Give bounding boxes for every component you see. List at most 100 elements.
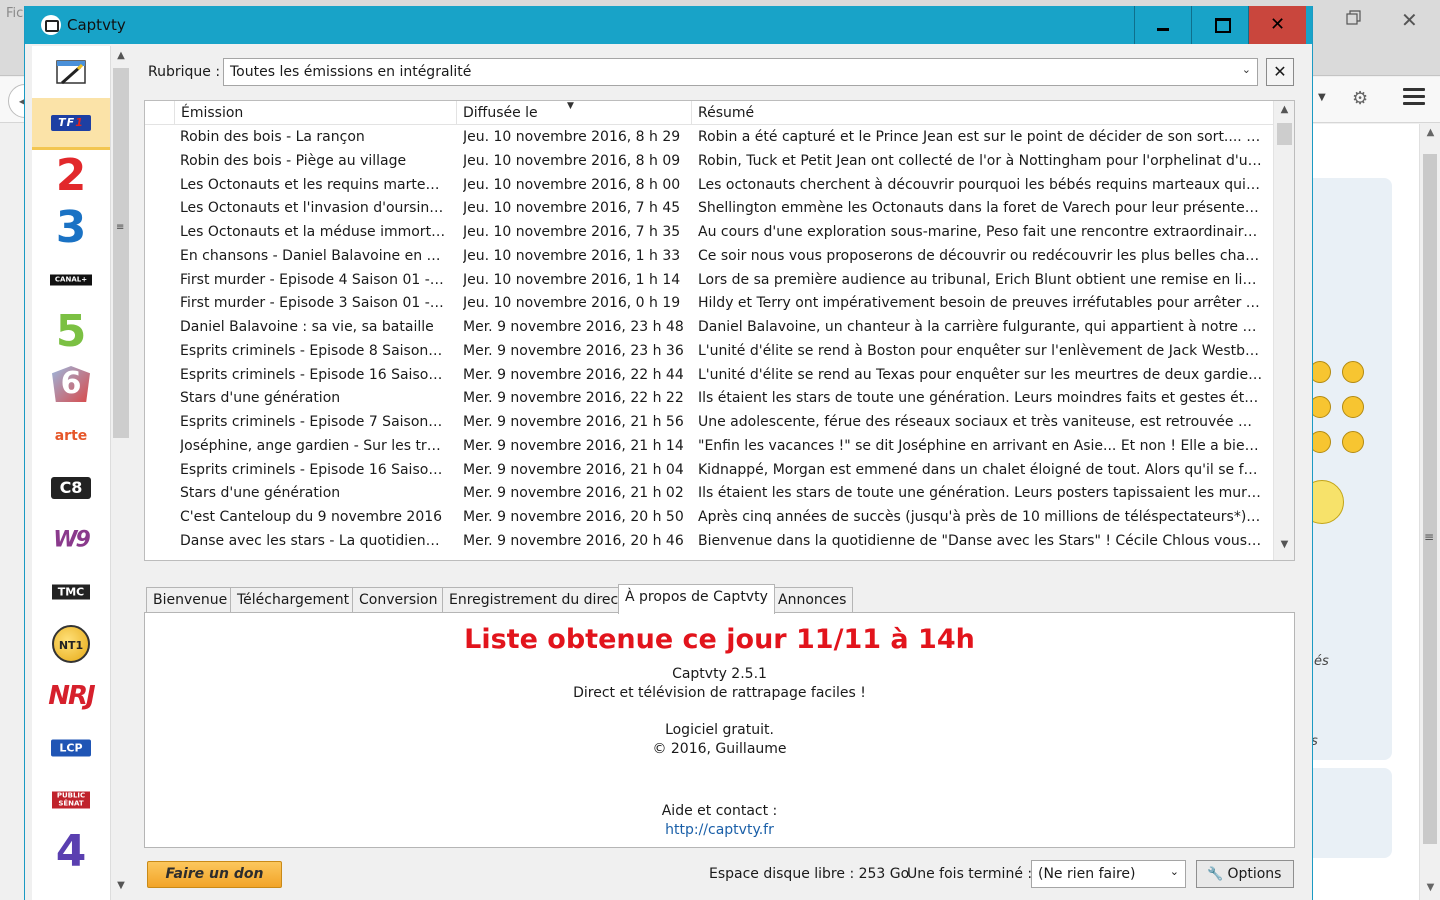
minimize-button[interactable] — [1134, 6, 1191, 44]
table-row[interactable]: Esprits criminels - Episode 8 Saison 10 … — [145, 340, 1273, 364]
channel-lcp[interactable]: LCP — [32, 722, 110, 774]
date-cell: Jeu. 10 novembre 2016, 8 h 00 — [463, 176, 681, 193]
scroll-up-icon[interactable]: ▲ — [1274, 104, 1294, 115]
table-row[interactable]: First murder - Episode 4 Saison 01 - Un.… — [145, 269, 1273, 293]
table-scrollbar[interactable]: ▲ ▼ — [1273, 101, 1294, 560]
resume-cell: Hildy et Terry ont impérativement besoin… — [698, 295, 1263, 312]
france4-logo: 4 — [55, 826, 87, 877]
channel-c8[interactable]: C8 — [32, 462, 110, 514]
close-button[interactable]: ✕ — [1248, 6, 1306, 44]
scroll-down-icon[interactable]: ▼ — [1420, 879, 1440, 897]
options-button[interactable]: 🔧 Options — [1196, 860, 1294, 888]
table-row[interactable]: Les Octonauts et la méduse immortell... J… — [145, 221, 1273, 245]
scroll-thumb[interactable] — [1423, 154, 1437, 844]
channel-tf1[interactable]: TF1 — [32, 98, 110, 150]
channel-nt1[interactable]: NT1 — [32, 618, 110, 670]
nt1-logo: NT1 — [52, 625, 90, 663]
tab-a-propos[interactable]: À propos de Captvty — [618, 584, 775, 614]
background-dropdown-icon[interactable]: ▼ — [1318, 92, 1326, 103]
channel-france3[interactable]: 3 — [32, 202, 110, 254]
tab-telechargement[interactable]: Téléchargement — [230, 587, 357, 612]
emission-cell: En chansons - Daniel Balavoine en cha... — [180, 247, 446, 264]
rubrique-select[interactable]: Toutes les émissions en intégralité ⌄ — [223, 58, 1258, 86]
channel-publicsenat[interactable]: PUBLIC SÉNAT — [32, 774, 110, 826]
background-extension-icon[interactable]: ⚙ — [1352, 88, 1368, 109]
column-header-date[interactable]: Diffusée le ▼ — [457, 101, 692, 125]
table-row[interactable]: Robin des bois - La rançon Jeu. 10 novemb… — [145, 126, 1273, 150]
donate-button[interactable]: Faire un don — [147, 861, 282, 888]
about-panel: Liste obtenue ce jour 11/11 à 14h Captvt… — [144, 612, 1295, 848]
disk-space-text: Espace disque libre : 253 Go — [709, 866, 910, 882]
emissions-table: Émission Diffusée le ▼ Résumé Robin des … — [144, 100, 1295, 561]
contact-link[interactable]: http://captvty.fr — [665, 822, 774, 838]
background-panel — [1300, 768, 1392, 858]
background-hamburger-icon[interactable] — [1403, 88, 1425, 108]
channel-sidebar: TF1 2 3 CANAL+ 5 6 arte C8 W9 TMC NT1 NR… — [32, 46, 110, 900]
table-row[interactable]: En chansons - Daniel Balavoine en cha...… — [145, 245, 1273, 269]
table-row[interactable]: Joséphine, ange gardien - Sur les trace.… — [145, 435, 1273, 459]
background-close-icon[interactable]: ✕ — [1401, 8, 1418, 32]
table-row[interactable]: Les Octonauts et les requins marteaux ..… — [145, 174, 1273, 198]
column-header-resume[interactable]: Résumé — [692, 101, 1273, 125]
channel-france2[interactable]: 2 — [32, 150, 110, 202]
when-done-label: Une fois terminé : — [907, 866, 1033, 882]
emission-cell: Les Octonauts et la méduse immortell... — [180, 224, 446, 240]
when-done-select[interactable]: (Ne rien faire) ⌄ — [1031, 860, 1186, 888]
window-title: Captvty — [67, 16, 126, 34]
table-row[interactable]: Robin des bois - Piège au village Jeu. 10… — [145, 150, 1273, 174]
when-done-value: (Ne rien faire) — [1038, 866, 1136, 882]
scroll-grip-icon: ≡ — [1424, 530, 1435, 544]
table-row[interactable]: Les Octonauts et l'invasion d'oursins - … — [145, 197, 1273, 221]
channel-m6[interactable]: 6 — [32, 358, 110, 410]
smiley-icon[interactable] — [1342, 396, 1364, 418]
table-row[interactable]: Stars d'une génération Mer. 9 novembre 20… — [145, 387, 1273, 411]
background-restore-icon[interactable] — [1346, 10, 1362, 26]
scroll-down-icon[interactable]: ▼ — [111, 880, 131, 891]
column-header-select[interactable] — [145, 101, 175, 125]
channel-arte[interactable]: arte — [32, 410, 110, 462]
table-row[interactable]: Danse avec les stars - La quotidienne d.… — [145, 530, 1273, 554]
tab-enregistrement-direct[interactable]: Enregistrement du direct — [442, 587, 631, 612]
channel-france4[interactable]: 4 — [32, 826, 110, 878]
column-header-emission[interactable]: Émission — [175, 101, 457, 125]
table-row[interactable]: Stars d'une génération Mer. 9 novembre 20… — [145, 482, 1273, 506]
tab-annonces[interactable]: Annonces — [771, 587, 854, 612]
background-scrollbar[interactable]: ▲ ▼ — [1419, 124, 1440, 900]
tab-bienvenue[interactable]: Bienvenue — [146, 587, 235, 612]
channel-france5[interactable]: 5 — [32, 306, 110, 358]
background-menu-text: Fic — [6, 6, 24, 21]
scroll-up-icon[interactable]: ▲ — [111, 50, 131, 61]
table-row[interactable]: First murder - Episode 3 Saison 01 - Mi.… — [145, 292, 1273, 316]
table-row[interactable]: Esprits criminels - Episode 16 Saison 11… — [145, 459, 1273, 483]
lcp-logo: LCP — [51, 739, 91, 757]
emission-cell: Les Octonauts et l'invasion d'oursins - … — [180, 200, 446, 217]
channel-tools[interactable] — [32, 46, 110, 98]
channel-canalplus[interactable]: CANAL+ — [32, 254, 110, 306]
scroll-down-icon[interactable]: ▼ — [1274, 539, 1294, 550]
table-row[interactable]: Daniel Balavoine : sa vie, sa bataille Me… — [145, 316, 1273, 340]
tab-conversion[interactable]: Conversion — [352, 587, 445, 612]
channel-nrj12[interactable]: NRJ — [32, 670, 110, 722]
chevron-down-icon: ⌄ — [1241, 63, 1251, 76]
smiley-icon[interactable] — [1342, 361, 1364, 383]
maximize-button[interactable] — [1191, 6, 1248, 44]
date-cell: Jeu. 10 novembre 2016, 1 h 14 — [463, 271, 681, 288]
scroll-thumb[interactable] — [113, 68, 129, 438]
channel-tmc[interactable]: TMC — [32, 566, 110, 618]
window-titlebar[interactable]: Captvty ✕ — [25, 6, 1312, 44]
clear-rubrique-button[interactable]: ✕ — [1266, 58, 1294, 86]
copyright-text: © 2016, Guillaume — [652, 741, 787, 757]
scroll-up-icon[interactable]: ▲ — [1420, 124, 1440, 142]
smiley-icon[interactable] — [1342, 431, 1364, 453]
emission-cell: Daniel Balavoine : sa vie, sa bataille — [180, 319, 434, 335]
table-row[interactable]: Esprits criminels - Episode 7 Saison 10 … — [145, 411, 1273, 435]
m6-logo: 6 — [52, 366, 90, 402]
table-row[interactable]: C'est Canteloup du 9 novembre 2016 Mer. 9… — [145, 506, 1273, 530]
table-row[interactable]: Esprits criminels - Episode 16 Saison 10… — [145, 364, 1273, 388]
resume-cell: Ils étaient les stars de toute une génér… — [698, 390, 1263, 407]
date-cell: Mer. 9 novembre 2016, 20 h 50 — [463, 509, 684, 525]
channel-w9[interactable]: W9 — [32, 514, 110, 566]
channel-scrollbar[interactable]: ▲ ≡ ▼ — [110, 46, 130, 900]
tf1-logo: TF1 — [51, 114, 91, 131]
scroll-thumb[interactable] — [1277, 123, 1292, 145]
